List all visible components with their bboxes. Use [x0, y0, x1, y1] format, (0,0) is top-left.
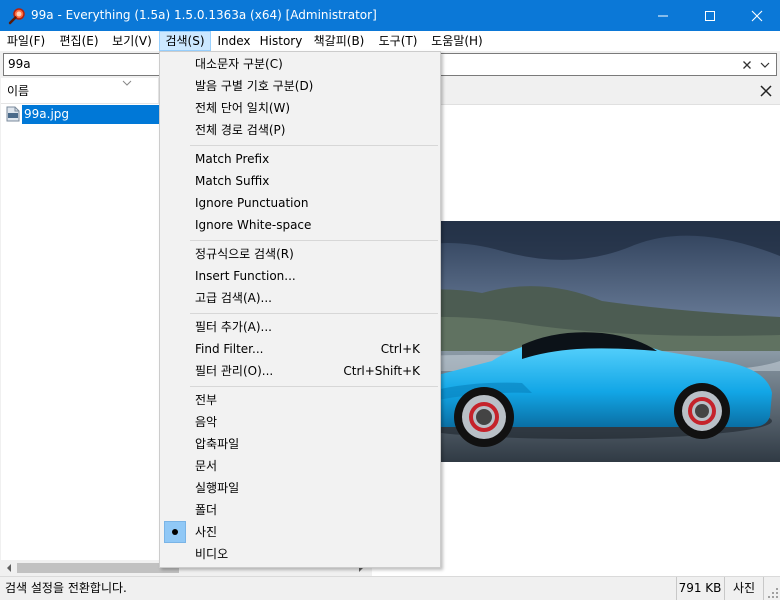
menu-index[interactable]: Index	[214, 31, 254, 51]
menu-item-label: Ignore Punctuation	[195, 196, 309, 210]
menu-separator	[190, 386, 438, 387]
menu-file[interactable]: 파일(F)	[2, 31, 50, 51]
menu-item-filter-folder[interactable]: 폴더	[162, 499, 438, 521]
menu-item-advanced-search[interactable]: 고급 검색(A)...	[162, 287, 438, 309]
menu-item-insert-function[interactable]: Insert Function...	[162, 265, 438, 287]
menu-item-label: 음악	[195, 415, 218, 429]
search-input-value: 99a	[8, 57, 31, 71]
minimize-button[interactable]	[640, 0, 686, 31]
menu-item-filter-document[interactable]: 문서	[162, 455, 438, 477]
menu-separator	[190, 240, 438, 241]
menu-item-label: 고급 검색(A)...	[195, 291, 272, 305]
menu-item-match-diacritics[interactable]: 발음 구별 기호 구분(D)	[162, 75, 438, 97]
menu-edit[interactable]: 편집(E)	[54, 31, 104, 51]
menu-item-filter-video[interactable]: 비디오	[162, 543, 438, 565]
file-name: 99a.jpg	[22, 105, 159, 124]
menu-separator	[190, 313, 438, 314]
column-header-label: 이름	[7, 84, 30, 98]
search-menu-dropdown: 대소문자 구분(C) 발음 구별 기호 구분(D) 전체 단어 일치(W) 전체…	[159, 51, 441, 568]
menu-item-label: 문서	[195, 459, 218, 473]
close-window-button[interactable]	[734, 0, 780, 31]
menu-item-label: 정규식으로 검색(R)	[195, 247, 294, 261]
menu-item-label: Match Prefix	[195, 152, 270, 166]
radio-checked-icon	[164, 521, 186, 543]
menu-item-label: 사진	[195, 525, 218, 539]
menu-item-regex[interactable]: 정규식으로 검색(R)	[162, 243, 438, 265]
menu-item-label: Insert Function...	[195, 269, 296, 283]
menu-item-label: 전체 경로 검색(P)	[195, 123, 286, 137]
menu-tools[interactable]: 도구(T)	[373, 31, 423, 51]
column-header-name[interactable]: 이름	[1, 78, 159, 104]
maximize-icon	[705, 10, 715, 21]
menu-item-filter-audio[interactable]: 음악	[162, 411, 438, 433]
menu-item-label: 전부	[195, 393, 218, 407]
menu-item-label: 필터 관리(O)...	[195, 364, 274, 378]
status-text: 검색 설정을 전환합니다.	[5, 581, 127, 595]
menu-item-ignore-punctuation[interactable]: Ignore Punctuation	[162, 192, 438, 214]
status-file-type: 사진	[724, 577, 764, 600]
menu-item-filter-picture[interactable]: 사진	[162, 521, 438, 543]
menu-item-filter-everything[interactable]: 전부	[162, 389, 438, 411]
menu-item-filter-executable[interactable]: 실행파일	[162, 477, 438, 499]
menu-item-match-path[interactable]: 전체 경로 검색(P)	[162, 119, 438, 141]
everything-magnifier-icon	[8, 8, 25, 25]
menu-item-shortcut: Ctrl+Shift+K	[343, 364, 420, 378]
menu-item-label: 폴더	[195, 503, 218, 517]
menu-separator	[190, 145, 438, 146]
menu-item-match-suffix[interactable]: Match Suffix	[162, 170, 438, 192]
menu-item-add-filter[interactable]: 필터 추가(A)...	[162, 316, 438, 338]
menu-search[interactable]: 검색(S)	[159, 31, 211, 51]
menu-item-label: 비디오	[195, 547, 229, 561]
menu-item-match-prefix[interactable]: Match Prefix	[162, 148, 438, 170]
menu-item-label: 발음 구별 기호 구분(D)	[195, 79, 314, 93]
status-file-size: 791 KB	[676, 577, 723, 600]
menu-item-label: 대소문자 구분(C)	[195, 57, 283, 71]
jpg-file-icon	[6, 106, 20, 122]
menu-item-shortcut: Ctrl+K	[380, 342, 420, 356]
window-title: 99a - Everything (1.5a) 1.5.0.1363a (x64…	[31, 8, 377, 22]
menu-item-match-case[interactable]: 대소문자 구분(C)	[162, 53, 438, 75]
scroll-left-icon[interactable]	[5, 564, 13, 572]
sort-descending-icon	[122, 80, 132, 86]
menu-item-label: 압축파일	[195, 437, 240, 451]
menu-item-label: Find Filter...	[195, 342, 264, 356]
radio-dot	[172, 529, 178, 535]
menu-item-filter-compressed[interactable]: 압축파일	[162, 433, 438, 455]
maximize-button[interactable]	[687, 0, 733, 31]
menu-bar: 파일(F) 편집(E) 보기(V) 검색(S) Index History 책갈…	[0, 31, 780, 51]
title-bar: 99a - Everything (1.5a) 1.5.0.1363a (x64…	[0, 0, 780, 31]
status-bar: 검색 설정을 전환합니다. 791 KB 사진	[0, 576, 780, 600]
minimize-icon	[658, 15, 668, 16]
menu-item-label: 실행파일	[195, 481, 240, 495]
menu-item-label: 전체 단어 일치(W)	[195, 101, 291, 115]
chevron-down-icon[interactable]	[758, 58, 772, 72]
menu-item-label: Match Suffix	[195, 174, 270, 188]
menu-item-match-whole-word[interactable]: 전체 단어 일치(W)	[162, 97, 438, 119]
clear-search-icon[interactable]	[740, 58, 754, 72]
menu-item-ignore-whitespace[interactable]: Ignore White-space	[162, 214, 438, 236]
resize-grip-icon[interactable]	[767, 587, 779, 599]
close-icon	[751, 10, 763, 21]
file-row[interactable]: 99a.jpg	[5, 105, 159, 124]
menu-bookmarks[interactable]: 책갈피(B)	[309, 31, 369, 51]
menu-view[interactable]: 보기(V)	[106, 31, 158, 51]
menu-item-label: 필터 추가(A)...	[195, 320, 272, 334]
menu-history[interactable]: History	[257, 31, 305, 51]
menu-item-label: Ignore White-space	[195, 218, 312, 232]
menu-item-organize-filters[interactable]: 필터 관리(O)... Ctrl+Shift+K	[162, 360, 438, 382]
scrollbar-thumb[interactable]	[17, 563, 179, 573]
menu-item-find-filter[interactable]: Find Filter... Ctrl+K	[162, 338, 438, 360]
close-preview-icon[interactable]	[760, 85, 772, 97]
menu-help[interactable]: 도움말(H)	[426, 31, 488, 51]
